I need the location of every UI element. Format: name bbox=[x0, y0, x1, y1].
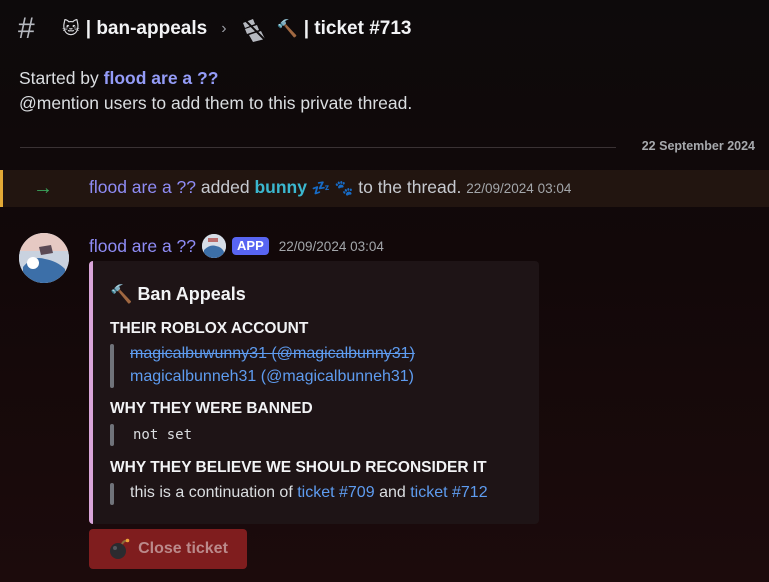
channel-header: # 🐱 | ban-appeals › 🔨 | ticket #713 bbox=[0, 0, 769, 58]
sleep-paw-emoji-icon: 💤 🐾 bbox=[311, 180, 354, 197]
reconsider-and: and bbox=[379, 484, 406, 501]
quote-bar bbox=[110, 483, 114, 505]
embed-card: 🔨 Ban Appeals THEIR ROBLOX ACCOUNT magic… bbox=[89, 261, 539, 524]
system-verb: added bbox=[200, 177, 250, 197]
reconsider-text: this is a continuation of ticket #709 an… bbox=[130, 484, 488, 502]
system-suffix: to the thread. bbox=[358, 177, 462, 197]
system-timestamp: 22/09/2024 03:04 bbox=[466, 181, 572, 196]
ticket-709-link[interactable]: ticket #709 bbox=[297, 484, 374, 501]
reconsider-prefix: this is a continuation of bbox=[130, 484, 293, 501]
message-timestamp: 22/09/2024 03:04 bbox=[278, 238, 384, 254]
message-header: flood are a ?? APP 22/09/2024 03:04 bbox=[89, 234, 384, 258]
chevron-right-icon: › bbox=[221, 20, 227, 37]
arrow-right-icon: → bbox=[33, 177, 53, 199]
embed-title-text: Ban Appeals bbox=[137, 284, 246, 304]
thread-icon bbox=[241, 17, 266, 42]
bomb-icon bbox=[110, 538, 130, 559]
cat-emoji-icon: 🐱 bbox=[62, 19, 80, 38]
app-badge: APP bbox=[232, 237, 269, 255]
close-ticket-button[interactable]: Close ticket bbox=[89, 529, 247, 569]
current-account-link[interactable]: magicalbunneh31 (@magicalbunneh31) bbox=[130, 368, 414, 386]
hammer-icon: 🔨 bbox=[110, 284, 133, 304]
field-name-roblox-account: THEIR ROBLOX ACCOUNT bbox=[110, 320, 309, 337]
hash-icon: # bbox=[18, 12, 35, 45]
starter-name[interactable]: flood are a ?? bbox=[104, 68, 219, 88]
system-target-name[interactable]: bunny bbox=[254, 177, 307, 197]
field-name-ban-reason: WHY THEY WERE BANNED bbox=[110, 400, 313, 417]
thread-intro: Started by flood are a ?? @mention users… bbox=[19, 66, 412, 116]
quote-bar bbox=[110, 424, 114, 446]
channel-name[interactable]: | ban-appeals bbox=[86, 18, 207, 40]
field-name-reconsider: WHY THEY BELIEVE WE SHOULD RECONSIDER IT bbox=[110, 459, 487, 476]
user-avatar-icon bbox=[202, 234, 227, 258]
system-message: → flood are a ?? added bunny 💤 🐾 to the … bbox=[0, 170, 769, 207]
message-author[interactable]: flood are a ?? bbox=[89, 236, 196, 257]
thread-name: | ticket #713 bbox=[303, 18, 412, 39]
hammer-emoji-icon: 🔨 bbox=[276, 19, 298, 38]
close-ticket-label: Close ticket bbox=[138, 540, 228, 557]
ticket-712-link[interactable]: ticket #712 bbox=[410, 484, 487, 501]
old-account-link[interactable]: magicalbuwunny31 (@magicalbunny31) bbox=[130, 345, 415, 363]
system-actor-name[interactable]: flood are a ?? bbox=[89, 177, 196, 197]
mention-hint: @mention users to add them to this priva… bbox=[19, 93, 413, 113]
avatar[interactable] bbox=[19, 233, 69, 283]
ban-reason-value: not set bbox=[130, 426, 195, 444]
embed-title: 🔨 Ban Appeals bbox=[110, 284, 246, 305]
date-divider: 22 September 2024 bbox=[641, 139, 755, 153]
quote-bar bbox=[110, 344, 114, 388]
date-divider-line bbox=[20, 147, 616, 148]
started-by-label: Started by bbox=[19, 68, 99, 88]
ban-reason-code: not set bbox=[133, 427, 193, 443]
